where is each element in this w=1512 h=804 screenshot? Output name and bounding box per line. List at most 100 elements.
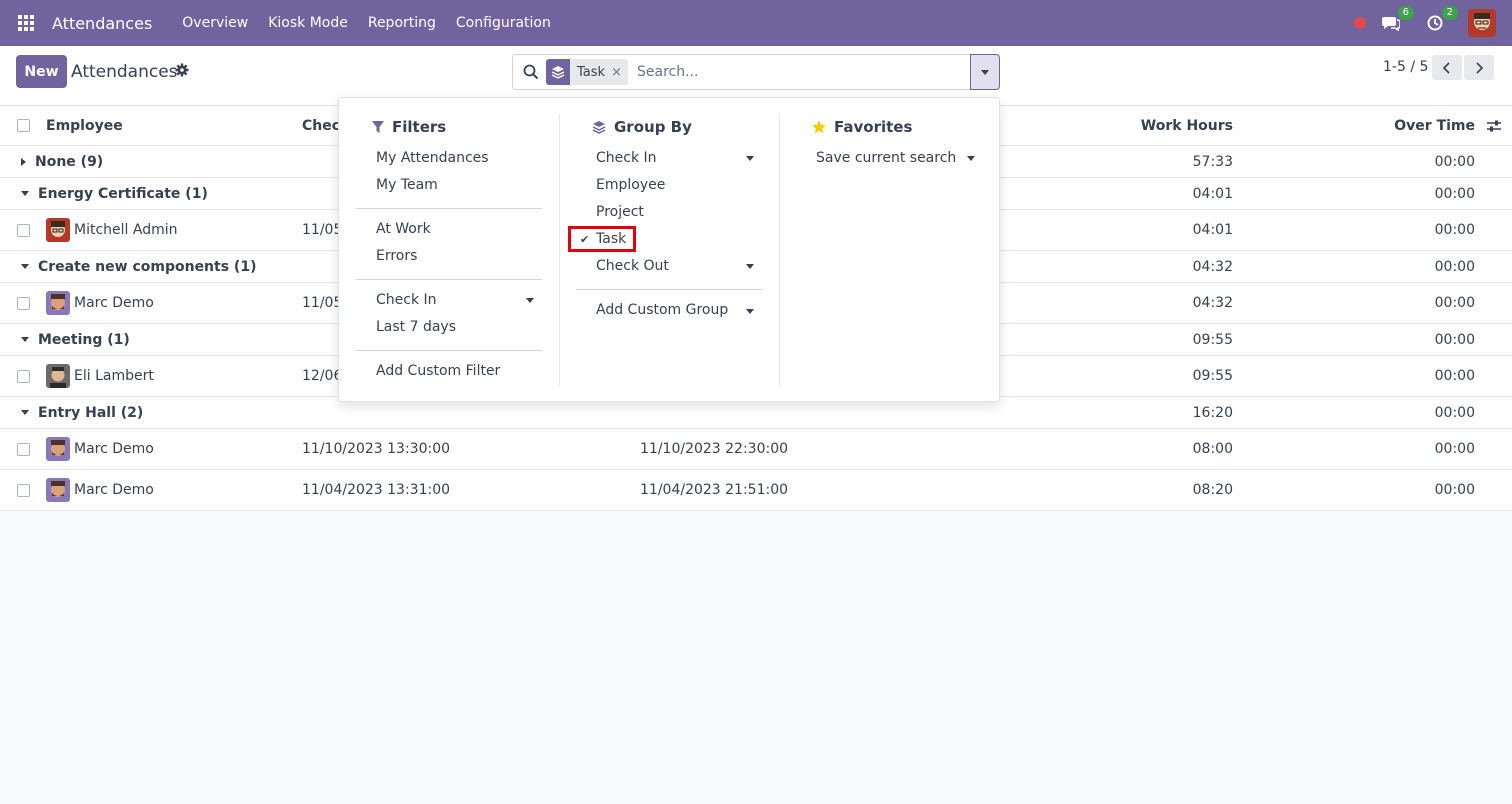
menu-configuration[interactable]: Configuration: [446, 0, 561, 46]
group-name: None (9): [35, 153, 104, 170]
group-by-employee[interactable]: Employee: [596, 174, 665, 196]
filter-my-team[interactable]: My Team: [376, 174, 438, 196]
avatar: [46, 218, 70, 242]
row-checkbox[interactable]: [17, 283, 30, 323]
column-work-hours[interactable]: Work Hours: [1100, 106, 1233, 145]
menu-overview[interactable]: Overview: [172, 0, 258, 46]
group-work-hours: 57:33: [1192, 153, 1233, 170]
activities-badge: 2: [1441, 6, 1458, 20]
apps-menu-icon[interactable]: [0, 0, 52, 46]
group-work-hours: 16:20: [1192, 404, 1233, 421]
group-by-title: Group By: [614, 118, 692, 136]
over-time-value: 00:00: [1434, 295, 1475, 311]
caret-down-icon: [21, 337, 29, 342]
gear-icon[interactable]: [175, 63, 189, 81]
row-checkbox[interactable]: [17, 210, 30, 250]
caret-down-icon[interactable]: [967, 156, 975, 161]
search-options-toggle[interactable]: [970, 54, 1000, 90]
work-hours-value: 04:32: [1192, 295, 1233, 311]
caret-down-icon: [981, 69, 989, 75]
caret-down-icon[interactable]: [746, 309, 754, 314]
group-by-section-title: Group By: [592, 118, 692, 136]
add-custom-group[interactable]: Add Custom Group: [596, 299, 728, 321]
divider: [356, 208, 542, 209]
group-by-check-in[interactable]: Check In: [596, 147, 657, 169]
menu-kiosk-mode[interactable]: Kiosk Mode: [258, 0, 358, 46]
over-time-value: 00:00: [1434, 482, 1475, 498]
group-name: Entry Hall (2): [38, 404, 144, 421]
favorites-title: Favorites: [834, 118, 913, 136]
page-title[interactable]: Attendances: [71, 62, 178, 82]
avatar: [46, 437, 70, 461]
star-icon: [812, 120, 826, 134]
table-row[interactable]: Marc Demo 11/04/2023 13:31:00 11/04/2023…: [0, 470, 1512, 511]
group-by-project[interactable]: Project: [596, 201, 644, 223]
checkmark-icon: ✔: [580, 232, 590, 246]
pager-value[interactable]: 1-5 / 5: [1383, 59, 1428, 75]
group-work-hours: 04:32: [1192, 258, 1233, 275]
caret-down-icon: [21, 191, 29, 196]
group-name: Meeting (1): [38, 331, 130, 348]
check-out-value: 11/04/2023 21:51:00: [640, 482, 789, 498]
caret-down-icon[interactable]: [746, 156, 754, 161]
search-icon[interactable]: [523, 64, 539, 84]
messages-icon[interactable]: 6: [1380, 6, 1414, 34]
column-over-time[interactable]: Over Time: [1350, 106, 1475, 145]
column-employee[interactable]: Employee: [46, 106, 123, 145]
caret-down-icon: [21, 410, 29, 415]
favorites-section-title: Favorites: [812, 118, 912, 136]
app-title[interactable]: Attendances: [52, 14, 162, 33]
group-over-time: 00:00: [1434, 153, 1475, 170]
row-checkbox[interactable]: [17, 429, 30, 469]
employee-name: Marc Demo: [74, 295, 154, 311]
employee-name: Mitchell Admin: [74, 222, 178, 238]
select-all-checkbox[interactable]: [17, 106, 30, 145]
group-by-check-out[interactable]: Check Out: [596, 255, 669, 277]
optional-columns-icon[interactable]: [1487, 106, 1501, 145]
filter-at-work[interactable]: At Work: [376, 218, 431, 240]
divider: [356, 279, 542, 280]
row-checkbox[interactable]: [17, 470, 30, 510]
caret-down-icon[interactable]: [526, 298, 534, 303]
add-custom-filter[interactable]: Add Custom Filter: [376, 360, 500, 382]
check-in-value: 11/04/2023 13:31:00: [302, 482, 451, 498]
save-current-search[interactable]: Save current search: [816, 147, 956, 169]
new-button[interactable]: New: [16, 55, 67, 88]
caret-down-icon: [21, 264, 29, 269]
work-hours-value: 04:01: [1192, 222, 1233, 238]
messages-badge: 6: [1397, 6, 1414, 20]
avatar: [46, 478, 70, 502]
group-over-time: 00:00: [1434, 258, 1475, 275]
group-name: Energy Certificate (1): [38, 185, 208, 202]
layers-icon: [592, 120, 606, 134]
divider: [576, 289, 763, 290]
caret-down-icon[interactable]: [746, 264, 754, 269]
facet-remove-button[interactable]: ×: [611, 65, 628, 80]
group-by-task[interactable]: Task: [596, 228, 626, 250]
group-over-time: 00:00: [1434, 404, 1475, 421]
activities-clock-icon[interactable]: 2: [1424, 6, 1458, 34]
filter-check-in[interactable]: Check In: [376, 289, 437, 311]
filter-errors[interactable]: Errors: [376, 245, 417, 267]
row-checkbox[interactable]: [17, 356, 30, 396]
work-hours-value: 08:20: [1192, 482, 1233, 498]
pager-previous-button[interactable]: [1432, 55, 1462, 80]
search-input[interactable]: [637, 61, 967, 83]
facet-label: Task: [577, 64, 606, 80]
filter-icon: [372, 120, 384, 134]
over-time-value: 00:00: [1434, 368, 1475, 384]
check-in-value: 11/10/2023 13:30:00: [302, 441, 451, 457]
top-navbar: Attendances Overview Kiosk Mode Reportin…: [0, 0, 1512, 46]
filter-my-attendances[interactable]: My Attendances: [376, 147, 489, 169]
pager-next-button[interactable]: [1464, 55, 1494, 80]
table-row[interactable]: Marc Demo 11/10/2023 13:30:00 11/10/2023…: [0, 429, 1512, 470]
work-hours-value: 08:00: [1192, 441, 1233, 457]
recording-indicator-icon[interactable]: [1354, 17, 1366, 29]
filter-last-7-days[interactable]: Last 7 days: [376, 316, 456, 338]
user-avatar[interactable]: [1468, 9, 1496, 37]
caret-right-icon: [21, 157, 26, 166]
group-work-hours: 04:01: [1192, 185, 1233, 202]
menu-reporting[interactable]: Reporting: [358, 0, 446, 46]
column-divider: [779, 114, 780, 386]
search-facet-task: Task ×: [546, 59, 628, 85]
